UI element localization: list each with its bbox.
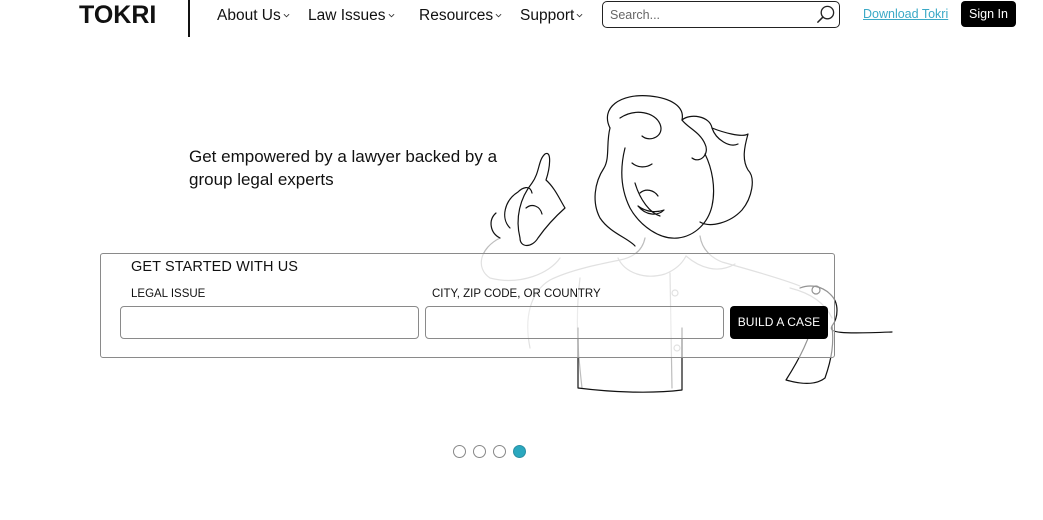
nav-item-label: About Us: [217, 7, 281, 24]
nav-item-about-us[interactable]: About Us: [217, 7, 290, 25]
location-label: CITY, ZIP CODE, OR COUNTRY: [432, 288, 601, 300]
search-box: [602, 1, 840, 28]
nav-item-label: Law Issues: [308, 7, 386, 24]
legal-issue-label: LEGAL ISSUE: [131, 288, 206, 300]
nav-item-resources[interactable]: Resources: [419, 7, 502, 25]
legal-issue-input[interactable]: [120, 306, 419, 339]
search-input[interactable]: [610, 5, 810, 25]
chevron-down-icon: [576, 13, 583, 18]
chevron-down-icon: [388, 13, 394, 18]
download-tokri-link[interactable]: Download Tokri: [863, 7, 948, 21]
page: TOKRI About Us Law Issues Resources Supp…: [0, 0, 1043, 520]
header-divider: [188, 0, 190, 37]
build-a-case-button[interactable]: BUILD A CASE: [730, 306, 828, 339]
carousel-dot-4[interactable]: [513, 445, 526, 458]
search-icon[interactable]: [815, 4, 836, 25]
carousel-dot-2[interactable]: [473, 445, 486, 458]
nav-item-law-issues[interactable]: Law Issues: [308, 7, 395, 25]
carousel-dot-3[interactable]: [493, 445, 506, 458]
nav-item-label: Resources: [419, 7, 494, 24]
carousel-dot-1[interactable]: [453, 445, 466, 458]
logo[interactable]: TOKRI: [79, 1, 156, 30]
hero-headline: Get empowered by a lawyer backed by a gr…: [189, 147, 498, 189]
sign-in-button[interactable]: Sign In: [961, 1, 1016, 27]
chevron-down-icon: [495, 13, 502, 18]
nav-item-support[interactable]: Support: [520, 7, 583, 25]
location-input[interactable]: [425, 306, 724, 339]
chevron-down-icon: [283, 13, 290, 18]
nav-item-label: Support: [520, 7, 575, 24]
get-started-form: GET STARTED WITH US LEGAL ISSUE CITY, ZI…: [100, 253, 835, 358]
form-title: GET STARTED WITH US: [131, 259, 299, 275]
